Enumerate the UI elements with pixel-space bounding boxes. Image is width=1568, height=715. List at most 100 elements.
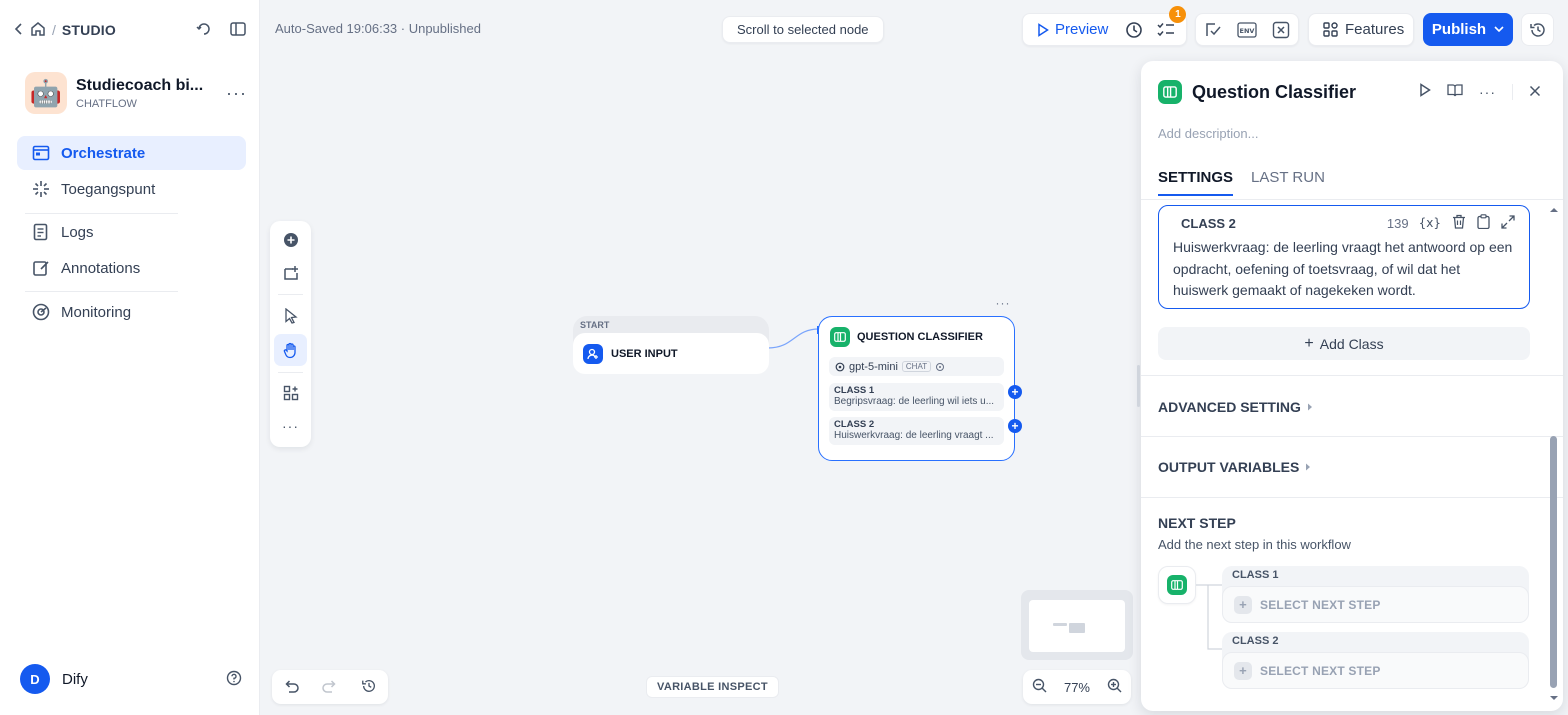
- panel-resize-handle[interactable]: [1137, 365, 1140, 407]
- qc-node-title: QUESTION CLASSIFIER: [857, 331, 983, 343]
- preview-button[interactable]: Preview: [1023, 21, 1118, 38]
- sidebar-item-monitoring[interactable]: Monitoring: [17, 295, 246, 329]
- features-label: Features: [1345, 21, 1405, 38]
- app-more-button[interactable]: ···: [226, 83, 247, 104]
- features-button[interactable]: Features: [1309, 21, 1418, 38]
- publish-button[interactable]: Publish: [1423, 13, 1513, 46]
- sidebar-item-label: Orchestrate: [61, 144, 146, 162]
- user-name: Dify: [62, 670, 88, 688]
- user-input-block: USER INPUT: [573, 333, 769, 374]
- switch-app-icon[interactable]: [196, 21, 212, 40]
- logs-icon: [33, 223, 48, 241]
- history-icon[interactable]: [361, 678, 377, 697]
- help-book-icon[interactable]: [1447, 83, 1463, 100]
- panel-title[interactable]: Question Classifier: [1192, 82, 1356, 103]
- edge-start-to-classifier: [766, 326, 820, 352]
- select-next-step-label: SELECT NEXT STEP: [1260, 597, 1381, 612]
- class-editor-title: CLASS 2: [1181, 215, 1236, 231]
- sidebar-item-orchestrate[interactable]: Orchestrate: [17, 136, 246, 170]
- monitoring-icon: [32, 303, 50, 321]
- class-title: CLASS 1: [834, 385, 875, 396]
- panel-more-icon[interactable]: ···: [1479, 84, 1496, 100]
- organize-blocks-button[interactable]: [274, 377, 307, 409]
- class-2-text[interactable]: Huiswerkvraag: de leerling vraagt het an…: [1173, 237, 1515, 302]
- checklist-button[interactable]: 1: [1150, 5, 1187, 46]
- left-sidebar: / STUDIO 🤖 Studiecoach bi... CHATFLOW ··…: [0, 0, 260, 715]
- chevron-left-icon[interactable]: [14, 22, 24, 39]
- tab-last-run[interactable]: LAST RUN: [1251, 169, 1325, 196]
- plus-icon: +: [1304, 334, 1314, 352]
- class-2-add-handle[interactable]: +: [1008, 419, 1022, 433]
- panel-scrollbar[interactable]: [1550, 436, 1557, 688]
- undo-icon[interactable]: [283, 679, 300, 696]
- workflow-check-button[interactable]: [1197, 14, 1229, 46]
- sidebar-item-toegangspunt[interactable]: Toegangspunt: [17, 172, 246, 206]
- delete-icon[interactable]: [1452, 214, 1466, 232]
- undo-redo-bar: [272, 670, 388, 704]
- copy-icon[interactable]: [1477, 214, 1490, 232]
- run-node-icon[interactable]: [1419, 83, 1431, 100]
- close-icon[interactable]: [1529, 84, 1541, 100]
- class-1-add-handle[interactable]: +: [1008, 385, 1022, 399]
- scroll-down-icon[interactable]: [1548, 694, 1560, 702]
- plus-icon: +: [1234, 595, 1252, 614]
- pointer-mode-button[interactable]: [274, 300, 307, 332]
- sidebar-item-annotations[interactable]: Annotations: [17, 251, 246, 285]
- openai-icon: [835, 362, 845, 371]
- publish-label: Publish: [1431, 21, 1487, 38]
- advanced-setting-toggle[interactable]: ADVANCED SETTING: [1158, 399, 1313, 415]
- start-node[interactable]: START USER INPUT: [573, 316, 769, 374]
- expand-icon[interactable]: [1501, 214, 1515, 232]
- zoom-out-icon[interactable]: [1032, 678, 1047, 696]
- clock-play-icon: [1126, 21, 1143, 38]
- minimap-node: [1053, 623, 1067, 626]
- run-history-button[interactable]: [1118, 14, 1150, 46]
- question-classifier-node[interactable]: QUESTION CLASSIFIER gpt-5-mini CHAT CLAS…: [818, 316, 1015, 461]
- conversation-variables-button[interactable]: [1265, 14, 1297, 46]
- home-icon[interactable]: [30, 21, 46, 40]
- add-note-button[interactable]: [274, 257, 307, 289]
- tab-settings[interactable]: SETTINGS: [1158, 169, 1234, 196]
- select-next-step-button[interactable]: + SELECT NEXT STEP: [1222, 586, 1529, 623]
- user-input-title: USER INPUT: [611, 347, 678, 360]
- app-avatar: 🤖: [25, 72, 67, 114]
- select-next-step-button[interactable]: + SELECT NEXT STEP: [1222, 652, 1529, 689]
- version-history-button[interactable]: [1521, 13, 1554, 46]
- question-classifier-icon: [1158, 80, 1182, 104]
- minimap[interactable]: [1021, 590, 1133, 660]
- environment-variables-button[interactable]: ENV: [1231, 14, 1263, 46]
- minimap-viewport: [1029, 600, 1125, 652]
- breadcrumb-studio[interactable]: STUDIO: [62, 22, 116, 38]
- class-2-editor[interactable]: CLASS 2 139 {x} Huiswerkvraag: de leerli…: [1158, 205, 1530, 309]
- branch-label: CLASS 1: [1232, 569, 1279, 581]
- chevron-down-icon: [1494, 26, 1504, 33]
- model-selector[interactable]: gpt-5-mini CHAT: [829, 357, 1004, 376]
- add-node-button[interactable]: [274, 224, 307, 256]
- history-icon: [1529, 22, 1545, 37]
- next-step-title: NEXT STEP: [1158, 515, 1236, 531]
- checklist-icon: [1157, 22, 1175, 36]
- scroll-up-icon[interactable]: [1548, 206, 1560, 214]
- app-info[interactable]: 🤖 Studiecoach bi... CHATFLOW ···: [25, 71, 247, 115]
- output-variables-toggle[interactable]: OUTPUT VARIABLES: [1158, 459, 1311, 475]
- caret-right-icon: [1307, 403, 1312, 411]
- add-class-label: Add Class: [1319, 335, 1384, 352]
- node-more-button[interactable]: ···: [993, 296, 1013, 310]
- help-icon[interactable]: [226, 670, 242, 689]
- description-input[interactable]: Add description...: [1158, 126, 1258, 141]
- insert-variable-icon[interactable]: {x}: [1419, 216, 1441, 230]
- add-class-button[interactable]: + Add Class: [1158, 327, 1530, 360]
- redo-icon[interactable]: [322, 679, 338, 696]
- next-step-class-2: CLASS 2 + SELECT NEXT STEP: [1222, 632, 1529, 689]
- scroll-to-selected-node-button[interactable]: Scroll to selected node: [722, 16, 884, 43]
- collapse-sidebar-icon[interactable]: [230, 21, 246, 39]
- zoom-level[interactable]: 77%: [1064, 680, 1090, 695]
- next-step-class-1: CLASS 1 + SELECT NEXT STEP: [1222, 566, 1529, 623]
- sidebar-item-logs[interactable]: Logs: [17, 215, 246, 249]
- zoom-in-icon[interactable]: [1107, 678, 1122, 696]
- user-account[interactable]: D Dify: [20, 664, 242, 694]
- variable-inspect-button[interactable]: VARIABLE INSPECT: [646, 676, 779, 698]
- hand-mode-button[interactable]: [274, 334, 307, 366]
- model-name: gpt-5-mini: [849, 360, 898, 373]
- more-tools-button[interactable]: ···: [274, 410, 307, 442]
